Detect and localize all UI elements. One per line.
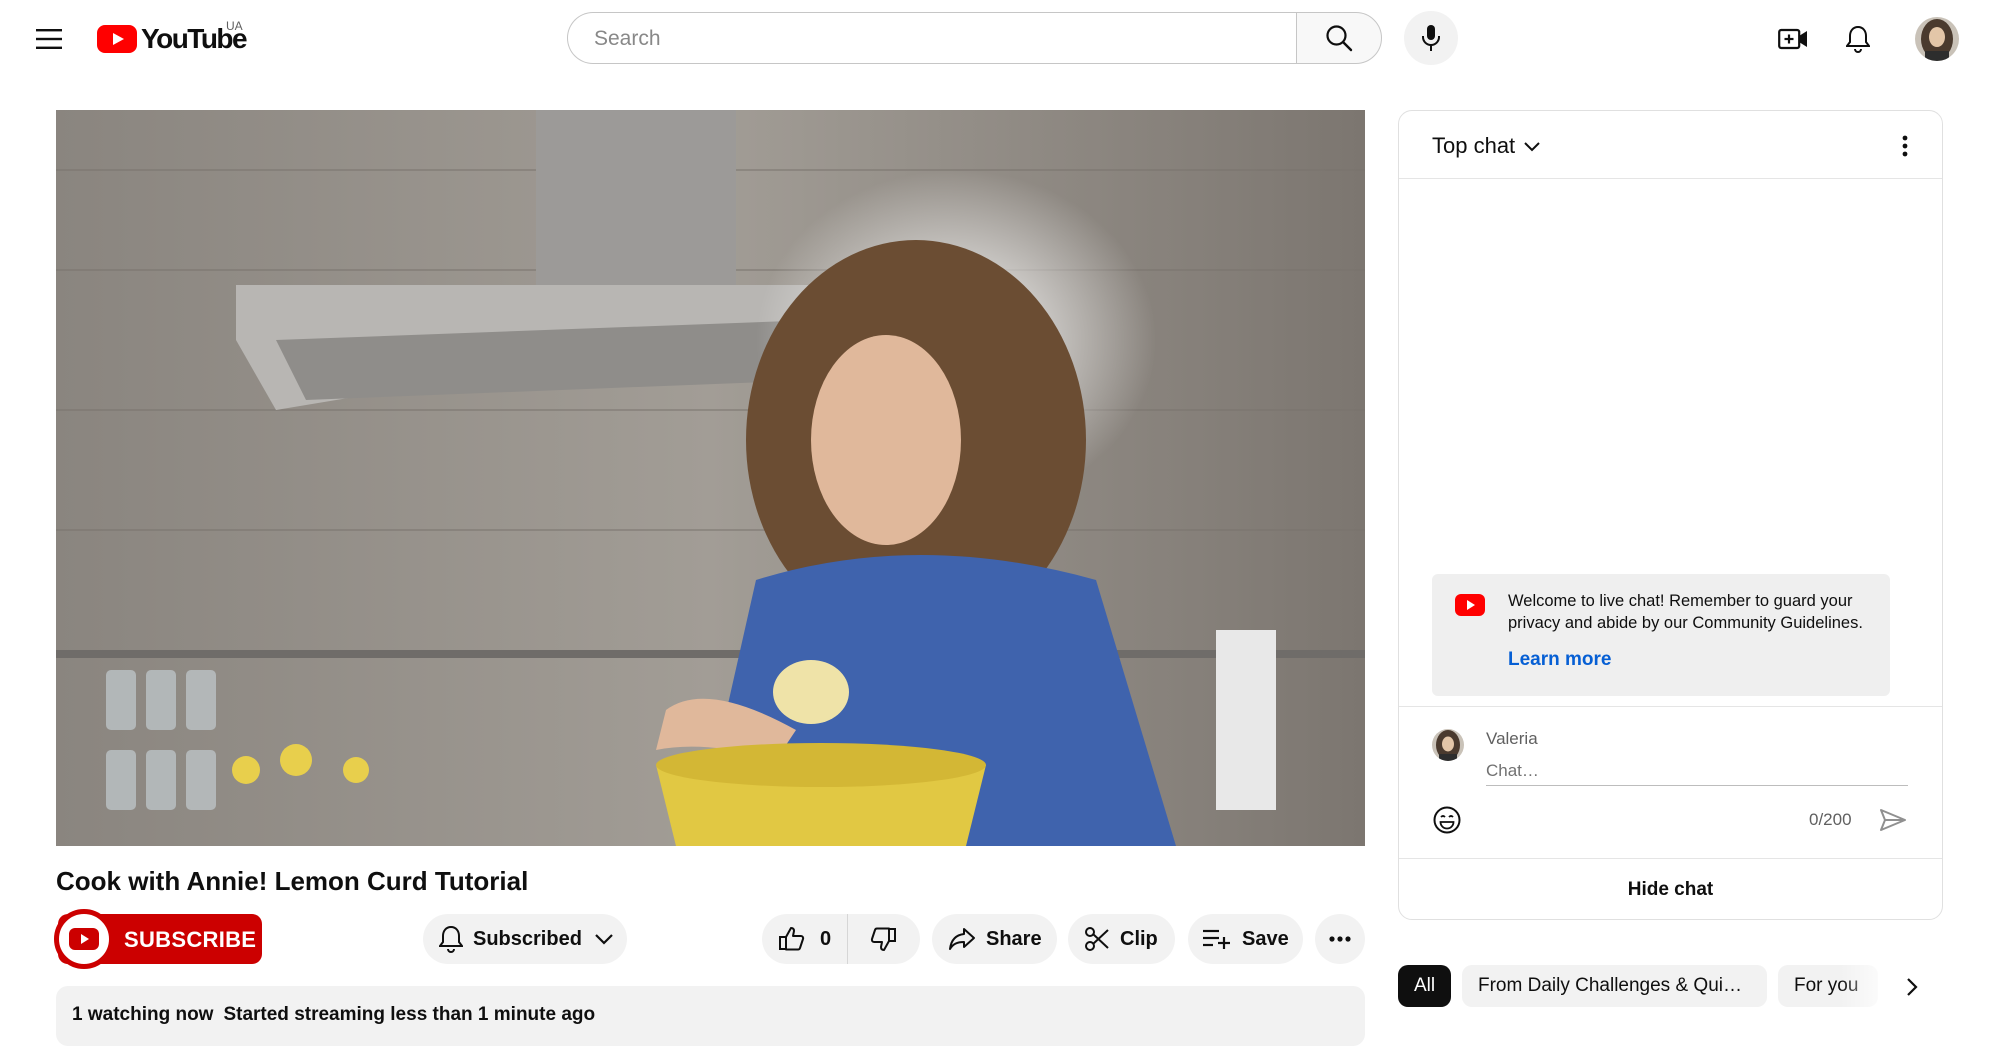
- chevron-right-icon: [1907, 978, 1918, 996]
- emoji-icon: [1433, 806, 1461, 834]
- like-count: 0: [820, 927, 832, 950]
- hide-chat-button[interactable]: Hide chat: [1399, 858, 1942, 919]
- avatar-image: [1915, 17, 1959, 61]
- stream-start-time: Started streaming less than 1 minute ago: [223, 1004, 596, 1025]
- create-button[interactable]: [1771, 18, 1815, 60]
- description-box[interactable]: 1 watching now Started streaming less tha…: [56, 986, 1365, 1046]
- youtube-play-icon: [97, 25, 137, 53]
- thumbs-up-icon: [779, 927, 805, 951]
- subscribed-notifications-button[interactable]: Subscribed: [423, 914, 627, 964]
- watching-count: 1 watching now: [72, 1004, 214, 1025]
- like-button[interactable]: 0: [762, 914, 848, 964]
- subscribe-label: SUBSCRIBE: [124, 927, 257, 952]
- youtube-icon: [1455, 594, 1485, 616]
- country-code: UA: [226, 19, 243, 33]
- chat-input-area: Valeria 0/200: [1399, 706, 1942, 857]
- bell-icon: [1846, 25, 1870, 53]
- learn-more-link[interactable]: Learn more: [1508, 649, 1611, 671]
- chips-next-button[interactable]: [1895, 970, 1929, 1004]
- chip-daily-challenges[interactable]: From Daily Challenges & Quizz…: [1462, 965, 1767, 1007]
- share-label: Share: [986, 927, 1042, 950]
- send-icon: [1880, 809, 1906, 831]
- scissors-icon: [1085, 927, 1109, 951]
- character-counter: 0/200: [1809, 810, 1852, 829]
- notifications-button[interactable]: [1836, 18, 1880, 60]
- dislike-button[interactable]: [848, 914, 918, 964]
- video-title: Cook with Annie! Lemon Curd Tutorial: [56, 866, 529, 896]
- account-avatar[interactable]: [1915, 17, 1959, 61]
- subscribe-button[interactable]: SUBSCRIBE: [54, 909, 262, 969]
- more-vertical-icon: [1902, 135, 1908, 157]
- youtube-logo[interactable]: YouTube: [97, 23, 248, 55]
- chat-header: Top chat: [1399, 111, 1942, 179]
- chat-options-button[interactable]: [1890, 131, 1920, 161]
- more-actions-button[interactable]: [1315, 914, 1365, 964]
- chevron-down-icon: [595, 934, 613, 945]
- share-button[interactable]: Share: [932, 914, 1057, 964]
- video-frame-image: [56, 110, 1365, 846]
- welcome-text: Welcome to live chat! Remember to guard …: [1508, 592, 1863, 632]
- save-label: Save: [1242, 927, 1289, 950]
- more-horizontal-icon: [1329, 936, 1351, 942]
- subscribed-label: Subscribed: [473, 927, 582, 950]
- search-box: [567, 12, 1297, 65]
- playlist-add-icon: [1203, 929, 1230, 949]
- video-player[interactable]: [56, 110, 1365, 846]
- clip-label: Clip: [1120, 927, 1158, 950]
- search-button[interactable]: [1296, 12, 1382, 64]
- hamburger-menu-icon[interactable]: [26, 18, 72, 60]
- send-button[interactable]: [1877, 804, 1909, 836]
- chat-user-name: Valeria: [1486, 729, 1538, 748]
- bell-icon: [439, 925, 463, 953]
- clip-button[interactable]: Clip: [1068, 914, 1175, 964]
- emoji-button[interactable]: [1430, 803, 1464, 837]
- stream-info: 1 watching now Started streaming less tha…: [72, 1004, 605, 1026]
- like-dislike-group: 0: [762, 914, 920, 964]
- chat-mode-label: Top chat: [1432, 133, 1516, 158]
- save-button[interactable]: Save: [1188, 914, 1303, 964]
- chip-all[interactable]: All: [1398, 965, 1452, 1007]
- video-camera-add-icon: [1778, 28, 1807, 50]
- live-chat-panel: Top chat Welcome to live chat! Remember …: [1398, 110, 1943, 920]
- subscribe-youtube-icon: [54, 909, 114, 969]
- microphone-icon: [1422, 25, 1440, 51]
- chat-user-avatar: [1432, 729, 1464, 761]
- chat-welcome-message: Welcome to live chat! Remember to guard …: [1432, 574, 1890, 696]
- search-input[interactable]: [592, 13, 1276, 65]
- search-icon: [1326, 25, 1353, 52]
- chat-mode-dropdown[interactable]: Top chat: [1432, 133, 1541, 159]
- chip-daily-label: From Daily Challenges & Quizz…: [1478, 975, 1751, 996]
- voice-search-button[interactable]: [1404, 11, 1458, 65]
- chevron-down-icon: [1524, 141, 1540, 151]
- top-bar: YouTube UA: [0, 0, 2000, 78]
- chat-message-input[interactable]: [1486, 757, 1908, 786]
- thumbs-down-icon: [870, 927, 896, 951]
- share-icon: [949, 928, 975, 950]
